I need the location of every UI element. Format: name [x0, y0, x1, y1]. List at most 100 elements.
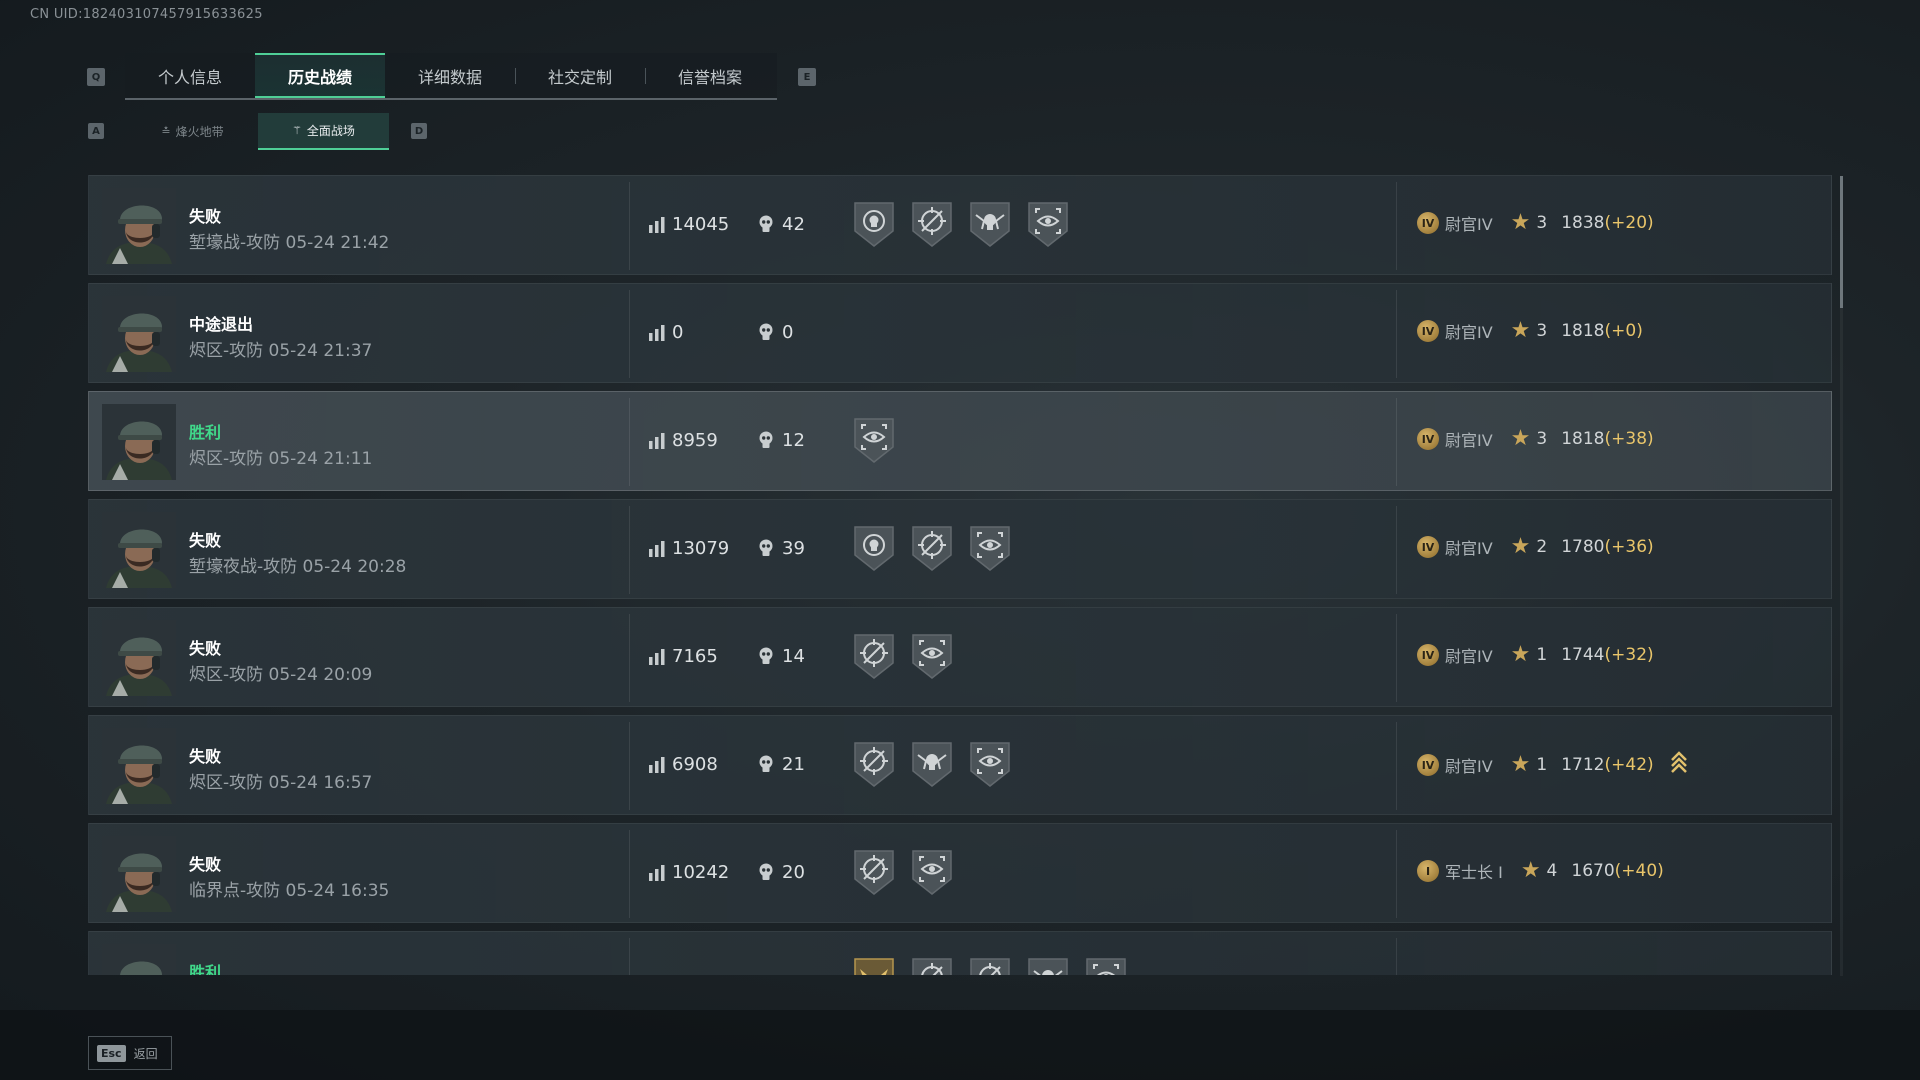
crossed-sight-badge[interactable]	[852, 631, 896, 681]
crossed-sight-badge[interactable]	[910, 199, 954, 249]
prev-tab-key-hint[interactable]: Q	[87, 68, 105, 86]
kill-icon	[757, 646, 775, 670]
match-row[interactable]: 中途退出 烬区-攻防 05-24 21:37 0 0 IV 尉官IV ★ 3 1…	[88, 283, 1832, 383]
match-row[interactable]: 失败 烬区-攻防 05-24 16:57 6908 21 IV 尉官IV ★ 1…	[88, 715, 1832, 815]
rank-name: 尉官IV	[1445, 323, 1493, 342]
match-row[interactable]: 胜利 烬区-攻防 05-24 21:11 8959 12 IV 尉官IV ★ 3…	[88, 391, 1832, 491]
tab-credit-record[interactable]: 信誉档案	[645, 53, 775, 98]
rank-points: 1744(+32)	[1561, 645, 1653, 665]
row-divider	[629, 938, 630, 975]
back-button[interactable]: Esc 返回	[88, 1036, 172, 1070]
rank-points-value: 1712	[1561, 755, 1605, 775]
rank-name: 尉官IV	[1445, 647, 1493, 666]
match-score: 7165	[672, 646, 718, 667]
row-divider	[629, 506, 630, 594]
rank-emblem-icon: IV	[1417, 536, 1439, 558]
crossed-sight-badge[interactable]	[852, 847, 896, 897]
tab-social-custom[interactable]: 社交定制	[515, 53, 645, 98]
rank-tier: 1	[1536, 755, 1548, 775]
match-kills: 42	[782, 214, 805, 235]
rank-tier: 3	[1536, 429, 1548, 449]
match-result: 中途退出	[189, 315, 254, 334]
rank-points-delta: (+38)	[1604, 429, 1654, 449]
rank-emblem-icon: IV	[1417, 754, 1439, 776]
eye-scope-badge[interactable]	[1026, 199, 1070, 249]
match-mode-time: 烬区-攻防 05-24 21:37	[189, 341, 373, 361]
star-icon: ★	[1510, 426, 1531, 451]
tab-detailed-data[interactable]: 详细数据	[385, 53, 515, 98]
match-row[interactable]: 失败 临界点-攻防 05-24 16:35 10242 20 I 军士长 I ★…	[88, 823, 1832, 923]
avatar	[102, 620, 176, 696]
crossed-sight-badge[interactable]	[910, 955, 954, 975]
eye-scope-badge[interactable]	[852, 415, 896, 465]
next-subtab-key-hint[interactable]: D	[411, 123, 427, 139]
score-icon	[648, 216, 666, 238]
match-kills: 12	[782, 430, 805, 451]
match-result: 失败	[189, 747, 222, 766]
rank-points: 1818(+38)	[1561, 429, 1653, 449]
promotion-chevrons-icon	[1670, 751, 1688, 779]
row-divider	[629, 722, 630, 810]
star-icon: ★	[1510, 642, 1531, 667]
next-tab-key-hint[interactable]: E	[798, 68, 816, 86]
tab-personal-info[interactable]: 个人信息	[125, 53, 255, 98]
scrollbar-thumb[interactable]	[1840, 176, 1843, 308]
kill-icon	[757, 862, 775, 886]
subtab-all-out-warfare[interactable]: ⚚ 全面战场	[258, 113, 389, 150]
row-divider	[629, 830, 630, 918]
rank-info: IV 尉官IV ★ 1 1712(+42)	[1417, 751, 1688, 779]
row-divider	[1396, 938, 1397, 975]
winged-skull-badge[interactable]	[1026, 955, 1070, 975]
eye-scope-badge[interactable]	[968, 739, 1012, 789]
subtab-hazard-zone[interactable]: ≛ 烽火地带	[127, 113, 258, 150]
match-kills: 14	[782, 646, 805, 667]
skull-target-badge[interactable]	[852, 523, 896, 573]
crossed-sight-badge[interactable]	[852, 739, 896, 789]
match-row[interactable]: 失败 烬区-攻防 05-24 20:09 7165 14 IV 尉官IV ★ 1…	[88, 607, 1832, 707]
row-divider	[629, 290, 630, 378]
medal-badges	[852, 415, 896, 465]
score-icon	[648, 540, 666, 562]
rank-points: 1712(+42)	[1561, 755, 1653, 775]
winged-skull-badge[interactable]	[910, 739, 954, 789]
match-result: 失败	[189, 855, 222, 874]
crossed-sight-badge[interactable]	[968, 955, 1012, 975]
star-icon: ★	[1510, 752, 1531, 777]
match-row[interactable]: 胜利	[88, 931, 1832, 975]
kill-icon	[757, 322, 775, 346]
eye-scope-badge[interactable]	[1084, 955, 1128, 975]
match-row[interactable]: 失败 堑壕夜战-攻防 05-24 20:28 13079 39 IV 尉官IV …	[88, 499, 1832, 599]
rank-tier: 4	[1546, 861, 1558, 881]
rank-points: 1670(+40)	[1571, 861, 1663, 881]
match-row[interactable]: 失败 堑壕战-攻防 05-24 21:42 14045 42 IV 尉官IV ★…	[88, 175, 1832, 275]
star-icon: ★	[1510, 210, 1531, 235]
rank-points-value: 1818	[1561, 321, 1605, 341]
eye-scope-badge[interactable]	[910, 631, 954, 681]
eye-scope-badge[interactable]	[968, 523, 1012, 573]
gold-wings-badge[interactable]	[852, 955, 896, 975]
match-result: 胜利	[189, 963, 222, 975]
rank-info: IV 尉官IV ★ 2 1780(+36)	[1417, 535, 1654, 559]
match-score: 0	[672, 322, 684, 343]
rank-emblem-icon: IV	[1417, 428, 1439, 450]
rank-name: 尉官IV	[1445, 215, 1493, 234]
eye-scope-badge[interactable]	[910, 847, 954, 897]
rank-info: IV 尉官IV ★ 3 1818(+0)	[1417, 319, 1643, 343]
row-divider	[629, 182, 630, 270]
rank-points-delta: (+0)	[1604, 321, 1643, 341]
match-result: 失败	[189, 531, 222, 550]
prev-subtab-key-hint[interactable]: A	[88, 123, 104, 139]
rank-points-value: 1670	[1571, 861, 1615, 881]
rank-points-value: 1818	[1561, 429, 1605, 449]
rank-points-value: 1744	[1561, 645, 1605, 665]
rank-emblem-icon: IV	[1417, 320, 1439, 342]
tab-match-history[interactable]: 历史战绩	[255, 53, 385, 98]
row-divider	[1396, 614, 1397, 702]
subtab-all-out-warfare-label: 全面战场	[306, 124, 355, 138]
skull-target-badge[interactable]	[852, 199, 896, 249]
match-mode-time: 临界点-攻防 05-24 16:35	[189, 881, 390, 901]
scrollbar[interactable]	[1840, 176, 1843, 976]
winged-skull-badge[interactable]	[968, 199, 1012, 249]
match-result: 胜利	[189, 423, 222, 442]
crossed-sight-badge[interactable]	[910, 523, 954, 573]
